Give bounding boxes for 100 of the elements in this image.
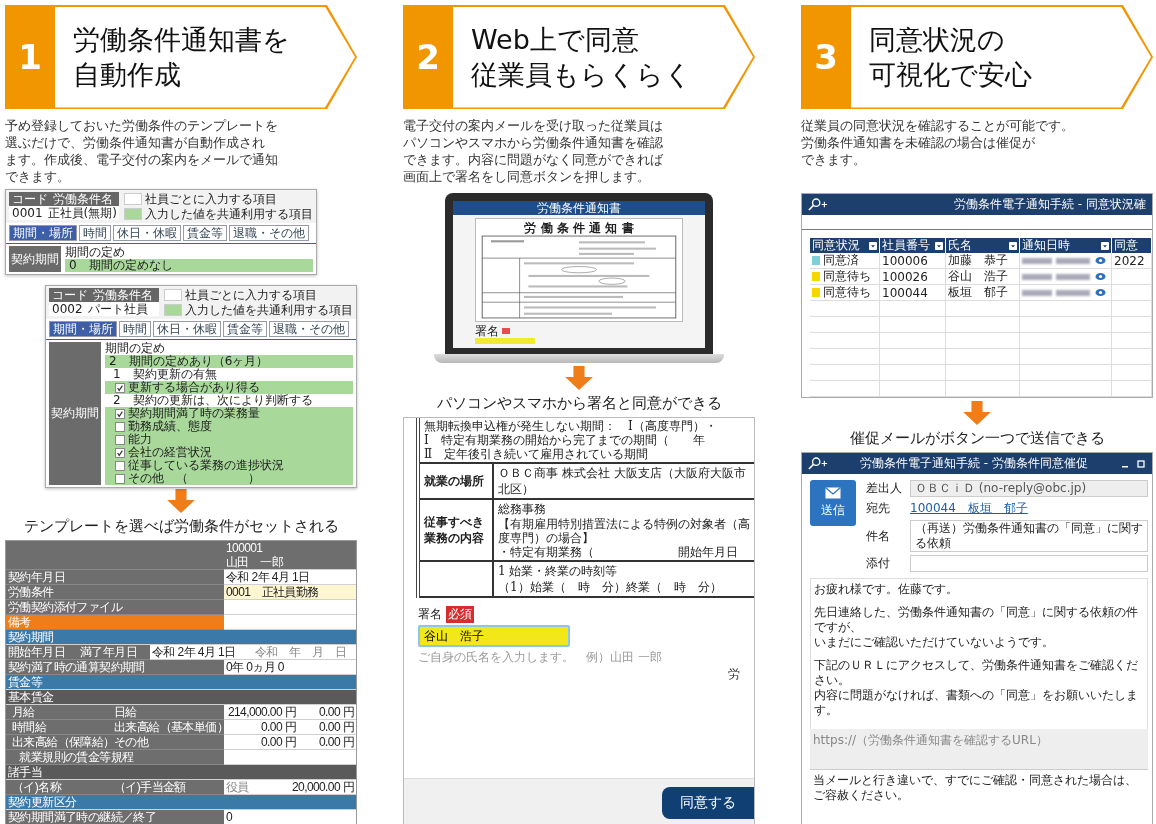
checkbox[interactable]: [115, 473, 125, 484]
column-header[interactable]: 同意状況: [810, 238, 880, 253]
column-header[interactable]: 通知日時: [1020, 238, 1112, 253]
blurred-date-drawing: [1022, 288, 1092, 297]
table-cell: 開始年月日: [6, 645, 78, 660]
send-button[interactable]: 送信: [810, 480, 856, 526]
checkbox-row[interactable]: 会社の経営状況: [105, 446, 353, 459]
table-cell: [810, 333, 880, 349]
blurred-date-drawing: [1022, 272, 1092, 281]
checkbox-row[interactable]: 能力: [105, 433, 353, 446]
form-label: 1 契約更新の有無: [112, 368, 218, 381]
form-label: 2 契約の更新は、次により判断する: [112, 394, 314, 407]
attachment-field[interactable]: [910, 555, 1148, 572]
checkbox-row[interactable]: 勤務成績、態度: [105, 420, 353, 433]
signature-field[interactable]: [475, 338, 535, 344]
checkbox[interactable]: [115, 382, 125, 393]
table-cell: 100006: [880, 253, 946, 269]
name-value: パート社員: [87, 302, 148, 316]
column-header[interactable]: 氏名: [946, 238, 1020, 253]
checkbox-label: 会社の経営状況: [128, 446, 212, 459]
step-title: Web上で同意 従業員もらくらく: [471, 23, 692, 92]
signature-field[interactable]: 谷山 浩子: [418, 625, 570, 647]
search-icon[interactable]: [808, 198, 828, 211]
eye-icon[interactable]: [1095, 256, 1106, 265]
checkbox[interactable]: [115, 408, 125, 419]
form-tab[interactable]: 退職・その他: [229, 225, 309, 241]
table-cell: 0.00: [298, 735, 342, 750]
document-text: ＯＢＣ商事 株式会社 大阪支店（大阪府大阪市北区）: [498, 465, 747, 497]
table-cell: [1112, 349, 1152, 365]
document-label: 従事すべき業務の内容: [424, 514, 485, 546]
required-badge: 必須: [446, 606, 474, 623]
column-header[interactable]: 社員番号: [880, 238, 946, 253]
form-tab[interactable]: 時間: [119, 321, 151, 337]
checkbox-row[interactable]: その他 （ ）: [105, 472, 353, 485]
search-icon[interactable]: [808, 457, 828, 470]
filter-icon[interactable]: [935, 241, 943, 250]
table-cell: 214,000.00: [224, 705, 284, 720]
table-cell: [1112, 333, 1152, 349]
form-heading: 期間の定め: [65, 246, 126, 259]
table-cell: その他: [112, 735, 224, 750]
table-cell: [810, 381, 880, 397]
legend-swatch: [124, 208, 142, 220]
column-header[interactable]: 同意: [1112, 238, 1152, 253]
form-tab[interactable]: 賃金等: [223, 321, 267, 337]
table-cell: 令和 年 月 日: [253, 645, 356, 660]
caption: 催促メールがボタン一つで送信できる: [848, 428, 1106, 448]
table-cell: 円: [342, 705, 356, 720]
form-tab[interactable]: 休日・休暇: [153, 321, 221, 337]
form-tab[interactable]: 時間: [79, 225, 111, 241]
table-cell: 労働契約添付ファイル: [6, 600, 224, 615]
checkbox-row[interactable]: 更新する場合があり得る: [105, 381, 353, 394]
step-number: 2: [416, 37, 440, 77]
legend-swatch: [164, 289, 182, 301]
table-cell: 契約期間満了時の継続／終了: [6, 810, 224, 824]
legend-swatch: [124, 193, 142, 205]
mail-paragraph: お疲れ様です。佐藤です。: [814, 582, 959, 597]
document-text: Ⅰ 特定有期業務の開始から完了までの期間（ 年: [424, 433, 706, 447]
checkbox[interactable]: [115, 460, 125, 471]
table-cell: 円: [284, 735, 298, 750]
filter-icon[interactable]: [1009, 241, 1017, 250]
checkbox[interactable]: [115, 447, 125, 458]
table-cell: [880, 301, 946, 317]
required-badge: [502, 328, 510, 334]
form-tab[interactable]: 期間・場所: [49, 321, 117, 337]
checkbox[interactable]: [115, 434, 125, 445]
recipient-link[interactable]: 100044 板垣 郁子: [910, 500, 1028, 517]
checkbox-row[interactable]: 従事している業務の進捗状況: [105, 459, 353, 472]
maximize-icon[interactable]: [1136, 458, 1146, 469]
employee-name: 山田 一郎: [226, 555, 284, 569]
form-heading: 期間の定め: [105, 342, 166, 355]
section-header: 契約更新区分: [6, 795, 356, 810]
eye-icon[interactable]: [1095, 272, 1106, 281]
filter-icon[interactable]: [869, 241, 877, 250]
form-tab[interactable]: 期間・場所: [9, 225, 77, 241]
window-title: 労働条件通知書: [453, 201, 705, 215]
table-cell: [810, 317, 880, 333]
agree-button[interactable]: 同意する: [662, 787, 754, 819]
table-cell: 円: [284, 705, 298, 720]
checkbox-row[interactable]: 契約期間満了時の業務量: [105, 407, 353, 420]
step-description: 従業員の同意状況を確認することが可能です。 労働条件通知書を未確認の場合は催促が できます。: [801, 117, 1075, 169]
table-cell: 就業規則の賃金等規程: [6, 750, 224, 765]
url-text: https://（労働条件通知書を確認するURL）: [810, 729, 1148, 769]
table-cell: 0001 正社員勤務: [224, 585, 356, 600]
form-tab[interactable]: 退職・その他: [269, 321, 349, 337]
document-text: 労: [728, 667, 740, 681]
checkbox[interactable]: [115, 421, 125, 432]
status-label: 同意済: [823, 252, 859, 269]
filter-icon[interactable]: [1101, 241, 1109, 250]
legend-swatch: [164, 304, 182, 316]
section-label: 契約期間: [9, 246, 61, 272]
section-header: 賃金等: [6, 675, 356, 690]
form-tab[interactable]: 休日・休暇: [113, 225, 181, 241]
window-title: 労働条件電子通知手続 - 労働条件同意催促: [859, 455, 1089, 472]
table-cell: 月給: [6, 705, 112, 720]
subject-field[interactable]: （再送）労働条件通知書の「同意」に関する依頼: [910, 520, 1148, 552]
form-tab[interactable]: 賃金等: [183, 225, 227, 241]
legend-label: 入力した値を共通利用する項目: [145, 207, 313, 221]
eye-icon[interactable]: [1095, 288, 1106, 297]
table-cell: 円: [342, 735, 356, 750]
checkbox-label: 能力: [128, 433, 152, 446]
